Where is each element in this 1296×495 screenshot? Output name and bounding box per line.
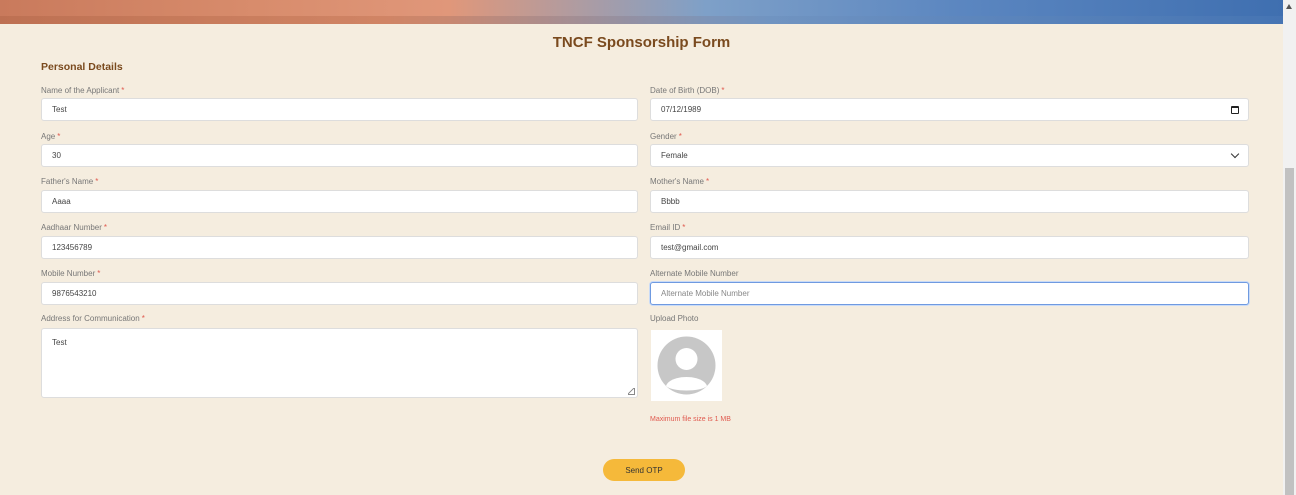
email-label: Email ID * <box>650 223 686 232</box>
chevron-down-icon <box>1230 149 1240 159</box>
file-size-note: Maximum file size is 1 MB <box>650 416 731 423</box>
address-textarea[interactable]: Test <box>41 328 638 398</box>
dob-label: Date of Birth (DOB) * <box>650 86 725 95</box>
email-input[interactable]: test@gmail.com <box>650 236 1249 259</box>
gender-label: Gender * <box>650 132 682 141</box>
address-label: Address for Communication * <box>41 314 145 323</box>
gender-select[interactable]: Female <box>650 144 1249 167</box>
name-label: Name of the Applicant * <box>41 86 125 95</box>
section-title: Personal Details <box>41 61 123 73</box>
dob-input[interactable]: 07/12/1989 <box>650 98 1249 121</box>
header-banner <box>0 0 1283 24</box>
aadhaar-label: Aadhaar Number * <box>41 223 108 232</box>
mother-label: Mother's Name * <box>650 177 710 186</box>
scroll-up-arrow-icon[interactable] <box>1286 4 1292 9</box>
vertical-scrollbar[interactable] <box>1283 0 1296 495</box>
mother-name-input[interactable]: Bbbb <box>650 190 1249 213</box>
dob-value: 07/12/1989 <box>661 105 702 114</box>
father-name-input[interactable]: Aaaa <box>41 190 638 213</box>
avatar-placeholder-icon <box>657 336 716 395</box>
calendar-icon[interactable] <box>1231 106 1239 114</box>
alt-mobile-input[interactable]: Alternate Mobile Number <box>650 282 1249 305</box>
scroll-thumb[interactable] <box>1285 168 1294 495</box>
aadhaar-input[interactable]: 123456789 <box>41 236 638 259</box>
resize-handle-icon[interactable] <box>628 388 635 395</box>
form-page: TNCF Sponsorship Form Personal Details N… <box>0 24 1283 495</box>
gender-value: Female <box>661 151 688 160</box>
mobile-label: Mobile Number * <box>41 269 101 278</box>
address-value: Test <box>52 338 67 347</box>
father-label: Father's Name * <box>41 177 99 186</box>
alt-mobile-label: Alternate Mobile Number <box>650 269 739 278</box>
name-input[interactable]: Test <box>41 98 638 121</box>
form-title: TNCF Sponsorship Form <box>552 34 731 51</box>
age-label: Age * <box>41 132 61 141</box>
age-input[interactable]: 30 <box>41 144 638 167</box>
photo-upload[interactable] <box>651 330 722 401</box>
upload-photo-label: Upload Photo <box>650 314 699 323</box>
send-otp-button[interactable]: Send OTP <box>603 459 685 481</box>
mobile-input[interactable]: 9876543210 <box>41 282 638 305</box>
